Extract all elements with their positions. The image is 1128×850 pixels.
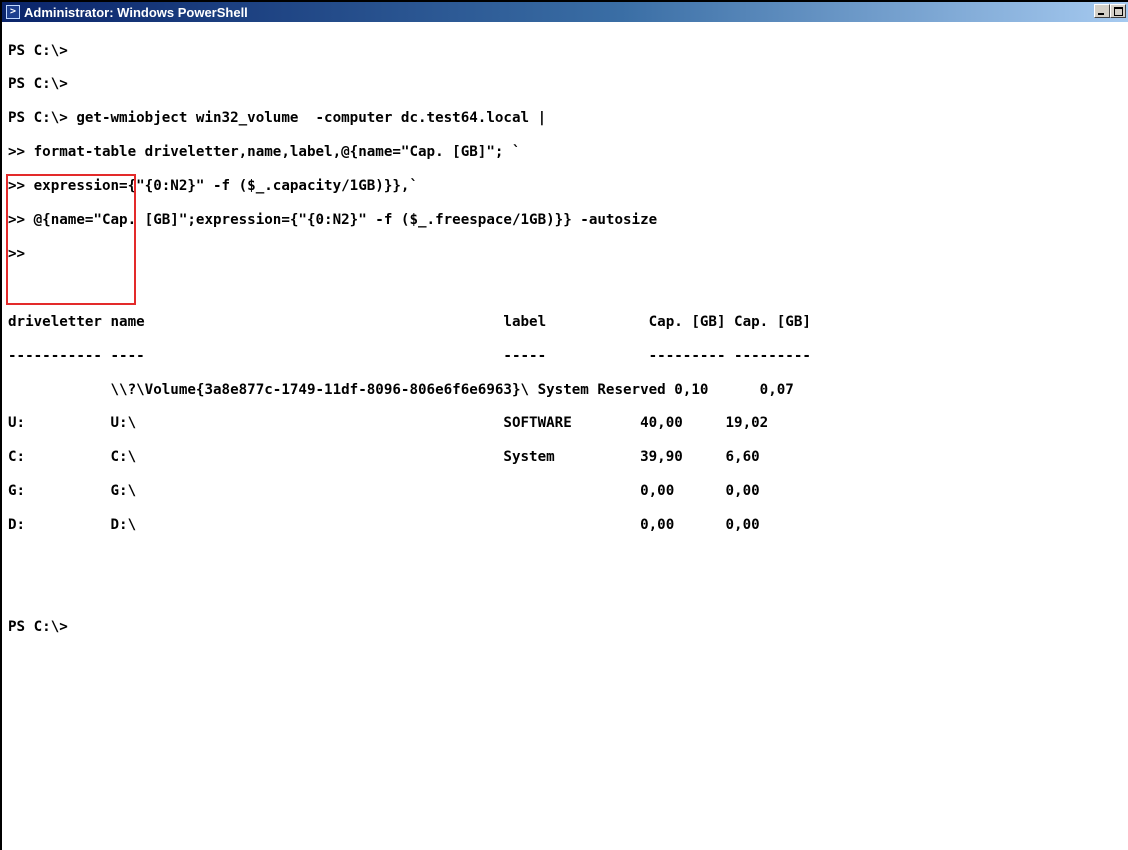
title-bar[interactable]: > Administrator: Windows PowerShell — [2, 2, 1128, 22]
window-controls — [1094, 4, 1126, 18]
table-header: driveletter name label Cap. [GB] Cap. [G… — [8, 313, 811, 330]
window-title: Administrator: Windows PowerShell — [24, 4, 248, 20]
console-line: PS C:\> — [8, 42, 68, 59]
console-line: >> — [8, 245, 26, 262]
table-row: G: G:\ 0,00 0,00 — [8, 483, 760, 500]
console-output[interactable]: PS C:\> PS C:\> PS C:\> get-wmiobject wi… — [8, 23, 811, 656]
maximize-button[interactable] — [1110, 4, 1126, 18]
console-line: >> @{name="Cap. [GB]";expression={"{0:N2… — [8, 212, 658, 229]
console-line: >> format-table driveletter,name,label,@… — [8, 144, 521, 161]
powershell-window: > Administrator: Windows PowerShell PS C… — [0, 0, 1128, 850]
table-row: D: D:\ 0,00 0,00 — [8, 517, 760, 534]
table-row: \\?\Volume{3a8e877c-1749-11df-8096-806e6… — [8, 381, 794, 398]
table-row: C: C:\ System 39,90 6,60 — [8, 449, 760, 466]
console-line: PS C:\> — [8, 76, 68, 93]
table-separator: ----------- ---- ----- --------- -------… — [8, 347, 811, 364]
table-row: U: U:\ SOFTWARE 40,00 19,02 — [8, 415, 769, 432]
console-prompt: PS C:\> — [8, 618, 68, 635]
powershell-icon: > — [6, 5, 20, 19]
console-line: >> expression={"{0:N2}" -f ($_.capacity/… — [8, 178, 418, 195]
console-line: PS C:\> get-wmiobject win32_volume -comp… — [8, 110, 547, 127]
minimize-button[interactable] — [1094, 4, 1110, 18]
